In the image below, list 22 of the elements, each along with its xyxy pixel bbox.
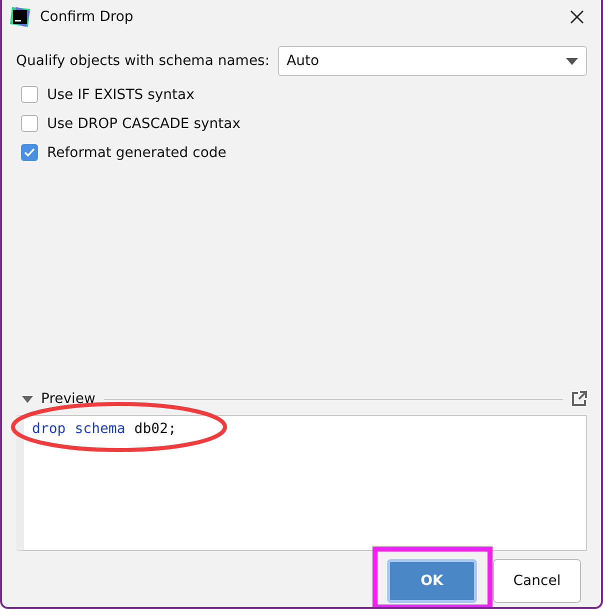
sql-keyword: drop [32,421,66,437]
window-title: Confirm Drop [40,9,134,25]
ok-button[interactable]: OK [387,559,477,603]
dropdown-arrow-icon [566,58,578,64]
qualify-label: Qualify objects with schema names: [16,53,270,69]
cancel-button[interactable]: Cancel [493,559,581,603]
checkbox-label: Reformat generated code [47,144,226,160]
app-logo-icon [10,7,30,27]
sql-keyword: schema [74,421,126,437]
checkbox[interactable] [21,86,38,103]
checkmark-icon [24,148,35,157]
code-preview-editor[interactable]: drop schema db02; [16,415,587,551]
checkbox[interactable] [21,144,38,161]
open-external-icon[interactable] [571,391,587,407]
close-icon [570,10,584,24]
schema-names-dropdown[interactable]: Auto [278,46,587,76]
preview-title[interactable]: Preview [41,391,96,407]
sql-identifier: db02; [134,421,176,437]
checkbox-label: Use IF EXISTS syntax [47,86,194,102]
checkbox-label: Use DROP CASCADE syntax [47,116,240,132]
checkbox[interactable] [21,115,38,132]
collapse-triangle-icon[interactable] [22,396,33,402]
